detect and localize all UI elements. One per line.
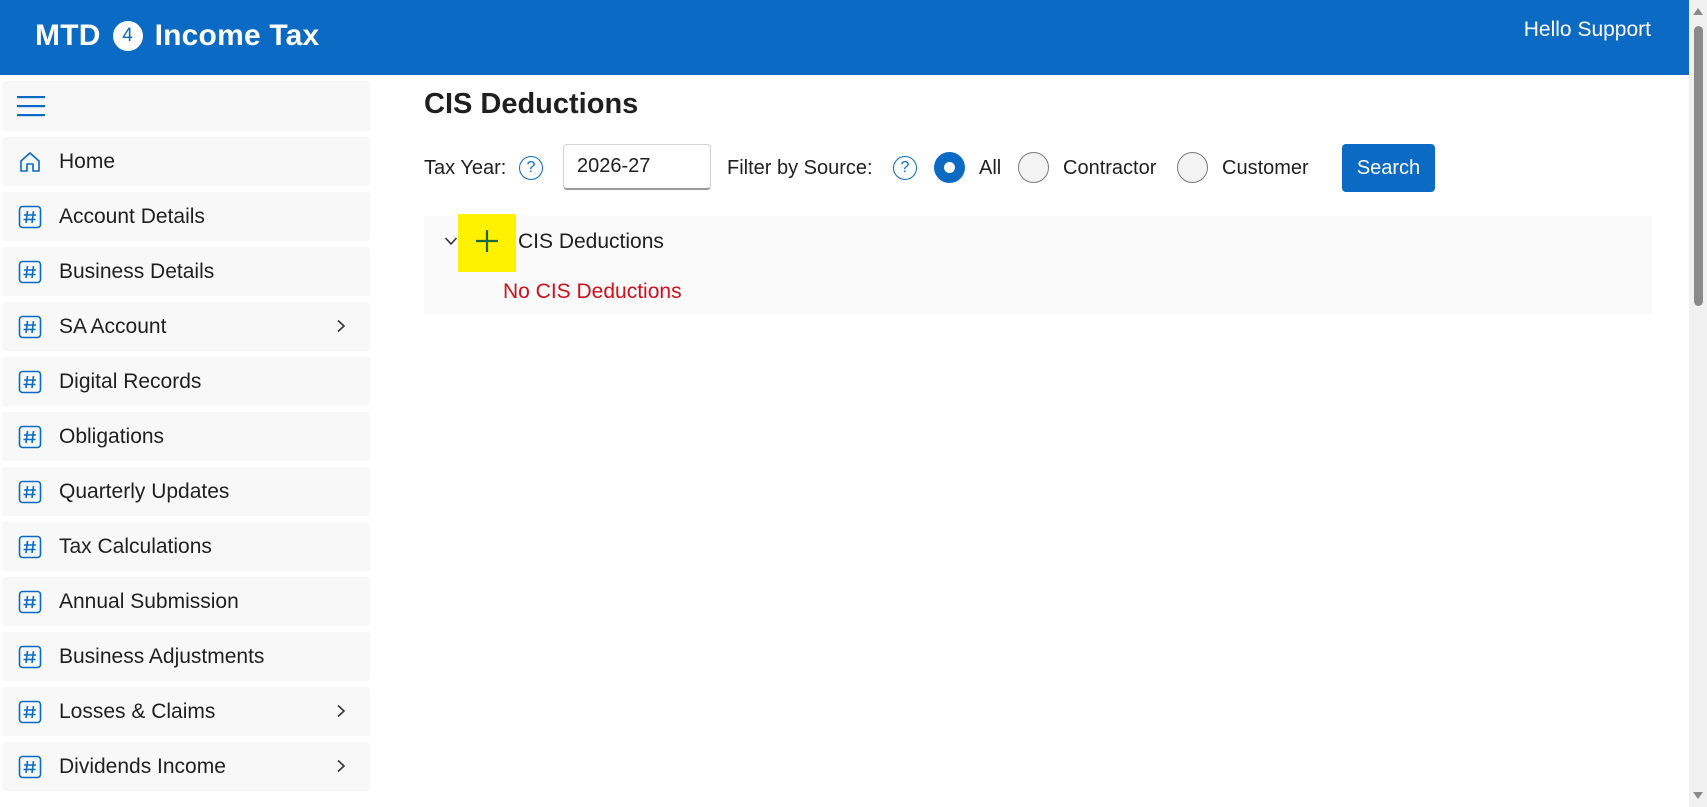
radio-customer[interactable] bbox=[1177, 152, 1208, 183]
sidebar-item-account-details[interactable]: Account Details bbox=[2, 192, 370, 241]
radio-all[interactable] bbox=[934, 152, 965, 183]
source-filter-label: Filter by Source: bbox=[727, 157, 873, 179]
hash-icon bbox=[18, 645, 42, 669]
user-greeting[interactable]: Hello Support bbox=[1524, 18, 1651, 42]
sidebar-item-label: Quarterly Updates bbox=[59, 480, 230, 503]
tax-year-label: Tax Year: bbox=[424, 157, 507, 179]
sidebar-item-label: Tax Calculations bbox=[59, 535, 212, 558]
brand-suffix: Income Tax bbox=[154, 19, 320, 52]
app-brand[interactable]: MTD 4 Income Tax bbox=[35, 16, 319, 56]
add-cis-deduction-button[interactable] bbox=[458, 214, 516, 272]
sidebar-item-business-adjustments[interactable]: Business Adjustments bbox=[2, 632, 370, 681]
sidebar-item-label: Annual Submission bbox=[59, 590, 239, 613]
sidebar-item-digital-records[interactable]: Digital Records bbox=[2, 357, 370, 406]
sidebar: Home Account Details Business Details SA… bbox=[0, 75, 372, 807]
hash-icon bbox=[18, 590, 42, 614]
hash-icon bbox=[18, 480, 42, 504]
sidebar-item-label: Business Adjustments bbox=[59, 645, 265, 668]
radio-contractor[interactable] bbox=[1018, 152, 1049, 183]
sidebar-item-tax-calculations[interactable]: Tax Calculations bbox=[2, 522, 370, 571]
chevron-right-icon bbox=[337, 704, 346, 718]
app-header: MTD 4 Income Tax Hello Support bbox=[0, 0, 1689, 75]
plus-icon bbox=[476, 230, 498, 252]
hash-icon bbox=[18, 205, 42, 229]
tax-year-help-icon[interactable]: ? bbox=[519, 156, 543, 180]
hash-icon bbox=[18, 260, 42, 284]
hash-icon bbox=[18, 535, 42, 559]
sidebar-item-losses-claims[interactable]: Losses & Claims bbox=[2, 687, 370, 736]
sidebar-item-sa-account[interactable]: SA Account bbox=[2, 302, 370, 351]
chevron-down-icon[interactable] bbox=[444, 234, 458, 248]
hash-icon bbox=[18, 700, 42, 724]
scroll-up-arrow-icon[interactable] bbox=[1693, 8, 1703, 15]
cis-deductions-panel: CIS Deductions No CIS Deductions bbox=[424, 214, 1652, 314]
sidebar-item-home[interactable]: Home bbox=[2, 137, 370, 186]
source-filter-help-icon[interactable]: ? bbox=[893, 156, 917, 180]
sidebar-item-label: SA Account bbox=[59, 315, 167, 338]
radio-contractor-label[interactable]: Contractor bbox=[1063, 157, 1156, 180]
sidebar-item-label: Dividends Income bbox=[59, 755, 226, 778]
radio-all-label[interactable]: All bbox=[979, 157, 1001, 180]
chevron-right-icon bbox=[337, 759, 346, 773]
sidebar-item-label: Obligations bbox=[59, 425, 165, 448]
radio-customer-label[interactable]: Customer bbox=[1222, 157, 1309, 180]
sidebar-item-quarterly-updates[interactable]: Quarterly Updates bbox=[2, 467, 370, 516]
sidebar-item-label: Losses & Claims bbox=[59, 700, 216, 723]
home-icon bbox=[20, 152, 40, 172]
sidebar-item-obligations[interactable]: Obligations bbox=[2, 412, 370, 461]
sidebar-item-label: Business Details bbox=[59, 260, 215, 283]
page-scrollbar[interactable] bbox=[1689, 0, 1707, 807]
sidebar-item-annual-submission[interactable]: Annual Submission bbox=[2, 577, 370, 626]
brand-badge: 4 bbox=[112, 21, 143, 51]
sidebar-item-business-details[interactable]: Business Details bbox=[2, 247, 370, 296]
hash-icon bbox=[18, 370, 42, 394]
tax-year-input[interactable] bbox=[563, 144, 711, 190]
sidebar-item-dividends-income[interactable]: Dividends Income bbox=[2, 742, 370, 791]
filter-bar: Tax Year: ? Filter by Source: ? All Cont… bbox=[424, 143, 1435, 193]
panel-header[interactable]: CIS Deductions bbox=[424, 214, 1652, 272]
sidebar-item-label: Home bbox=[59, 150, 116, 173]
scroll-thumb[interactable] bbox=[1694, 26, 1703, 306]
search-button[interactable]: Search bbox=[1342, 144, 1435, 192]
sidebar-item-label: Digital Records bbox=[59, 370, 202, 393]
panel-title: CIS Deductions bbox=[518, 230, 664, 253]
chevron-right-icon bbox=[337, 319, 346, 333]
brand-prefix: MTD bbox=[35, 19, 101, 52]
sidebar-item-label: Account Details bbox=[59, 205, 205, 228]
hash-icon bbox=[18, 755, 42, 779]
page-title: CIS Deductions bbox=[424, 88, 639, 120]
empty-state-message: No CIS Deductions bbox=[503, 280, 682, 303]
hash-icon bbox=[18, 425, 42, 449]
menu-toggle-button[interactable] bbox=[2, 81, 370, 131]
hash-icon bbox=[18, 315, 42, 339]
hamburger-icon bbox=[17, 96, 45, 117]
scroll-down-arrow-icon[interactable] bbox=[1693, 792, 1703, 799]
